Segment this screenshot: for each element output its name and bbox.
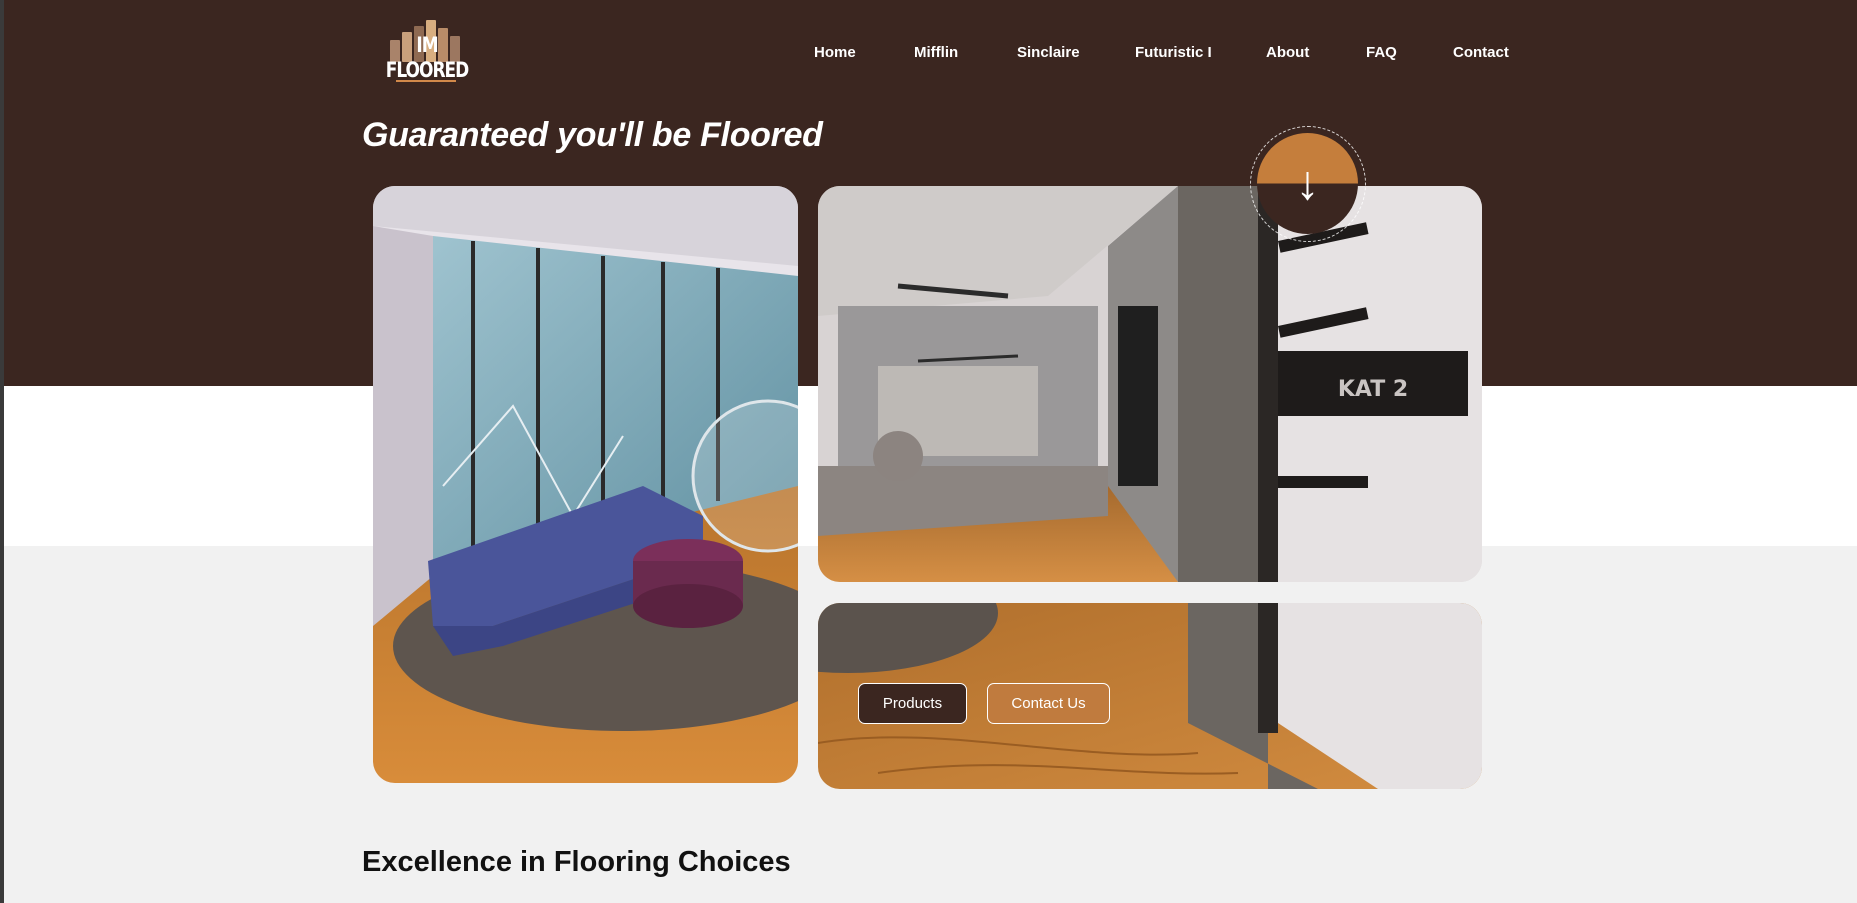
section-title: Excellence in Flooring Choices (362, 846, 791, 878)
nav-faq[interactable]: FAQ (1366, 44, 1397, 61)
office-hallway-photo: KAT 2 (818, 186, 1482, 582)
main-nav: Home Mifflin Sinclaire Futuristic I Abou… (0, 44, 1857, 66)
nav-home[interactable]: Home (814, 44, 856, 61)
contact-us-button[interactable]: Contact Us (987, 683, 1110, 724)
nav-mifflin[interactable]: Mifflin (914, 44, 958, 61)
arrow-down-icon: ↓ (1295, 156, 1320, 210)
window-edge (0, 0, 4, 903)
logo-underline (396, 80, 456, 82)
hero-title: Guaranteed you'll be Floored (362, 116, 823, 154)
nav-sinclaire[interactable]: Sinclaire (1017, 44, 1080, 61)
nav-contact[interactable]: Contact (1453, 44, 1509, 61)
office-lounge-photo (373, 186, 798, 783)
products-button[interactable]: Products (858, 683, 967, 724)
scroll-button-circle: ↓ (1257, 133, 1358, 234)
nav-futuristic[interactable]: Futuristic I (1135, 44, 1212, 61)
wall-sign-text: KAT 2 (1338, 377, 1408, 402)
nav-about[interactable]: About (1266, 44, 1309, 61)
scroll-down-button[interactable]: ↓ (1250, 126, 1366, 242)
